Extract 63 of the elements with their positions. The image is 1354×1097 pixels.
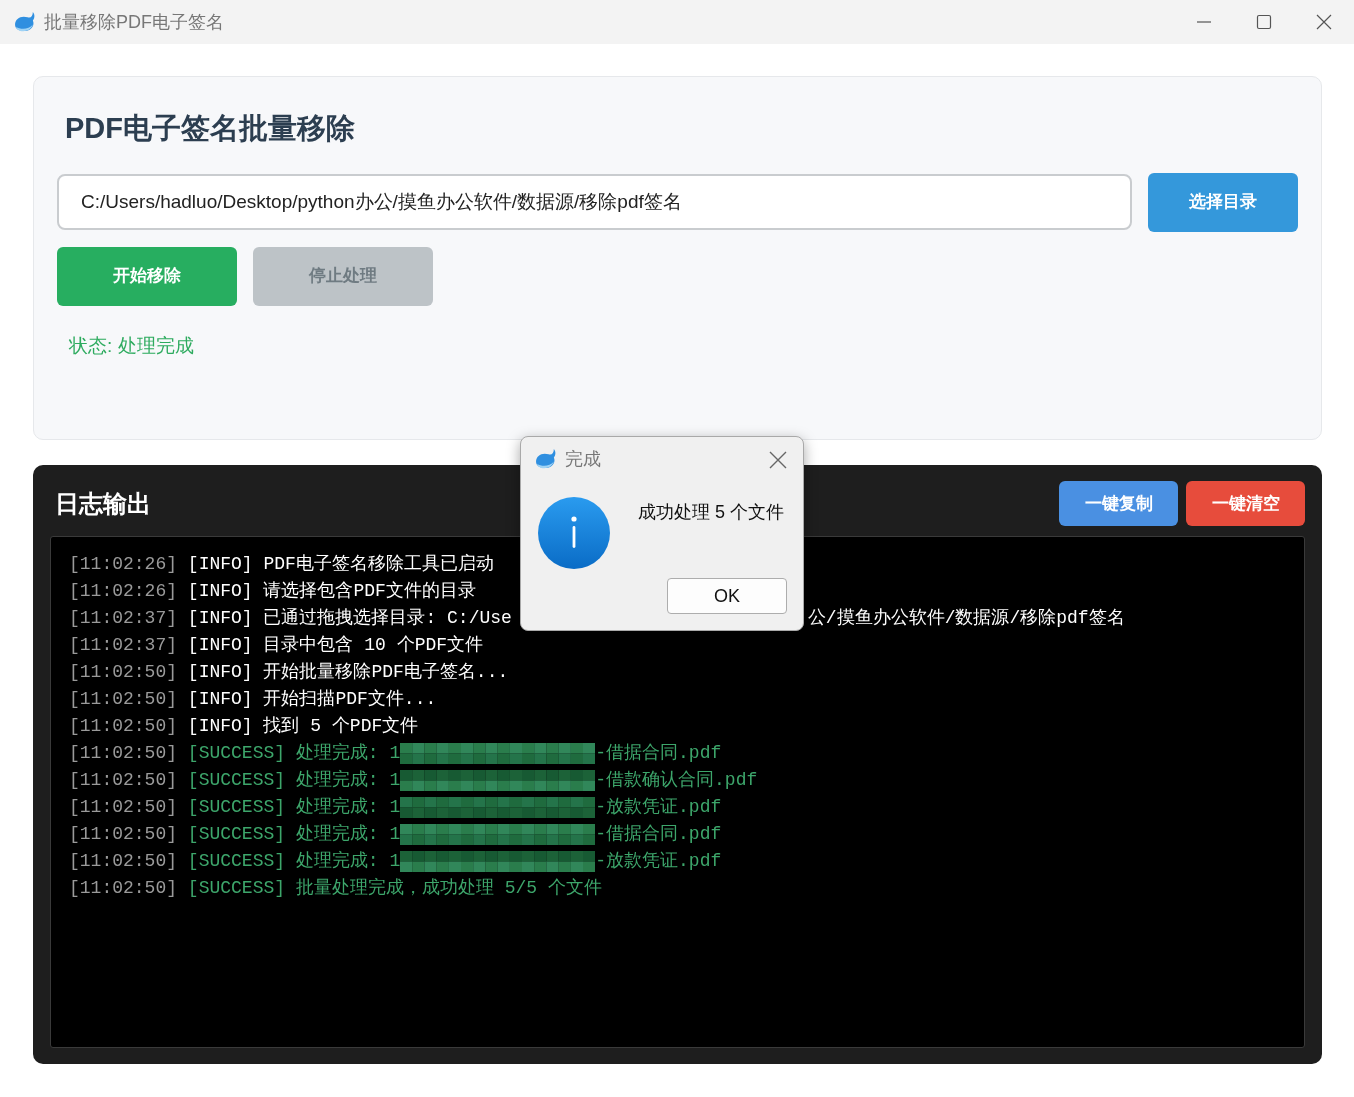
log-message: PDF电子签名移除工具已启动 [263,553,494,576]
log-timestamp: [11:02:50] [69,877,178,900]
log-timestamp: [11:02:50] [69,769,178,792]
log-message: 请选择包含PDF文件的目录 [263,580,476,603]
log-message: -借据合同.pdf [595,742,722,765]
clear-button[interactable]: 一键清空 [1186,481,1305,526]
panel-title: PDF电子签名批量移除 [65,111,356,146]
log-message: 处理完成: 1 [295,769,401,792]
log-timestamp: [11:02:50] [69,742,178,765]
info-icon [538,497,610,569]
log-level: [SUCCESS] [187,823,286,846]
log-level: [SUCCESS] [187,877,286,900]
log-timestamp: [11:02:50] [69,796,178,819]
log-message: 处理完成: 1 [295,742,401,765]
log-level: [INFO] [187,688,253,711]
start-button[interactable]: 开始移除 [57,246,237,306]
log-level: [SUCCESS] [187,769,286,792]
log-level: [INFO] [187,607,253,630]
log-message: 公/摸鱼办公软件/数据源/移除pdf签名 [807,607,1125,630]
directory-field[interactable]: C:/Users/hadluo/Desktop/python办公/摸鱼办公软件/数据源/移除pdf签名 [57,174,1132,230]
log-timestamp: [11:02:26] [69,553,178,576]
whale-icon [535,448,557,470]
log-timestamp: [11:02:26] [69,580,178,603]
maximize-icon[interactable] [1256,14,1272,30]
status-text: 状态: 处理完成 [69,333,195,358]
log-message: -放款凭证.pdf [595,796,722,819]
log-message: 处理完成: 1 [295,796,401,819]
log-level: [INFO] [187,634,253,657]
log-level: [INFO] [187,661,253,684]
log-level: [SUCCESS] [187,850,286,873]
log-level: [SUCCESS] [187,796,286,819]
log-timestamp: [11:02:50] [69,661,178,684]
dialog-message: 成功处理 5 个文件 [638,501,784,524]
window-title: 批量移除PDF电子签名 [44,10,224,34]
log-message: 已通过拖拽选择目录: C:/Use [263,607,512,630]
log-timestamp: [11:02:37] [69,607,178,630]
close-icon[interactable] [769,450,787,469]
log-message: 找到 5 个PDF文件 [263,715,419,738]
log-timestamp: [11:02:37] [69,634,178,657]
log-message: -借款确认合同.pdf [595,769,758,792]
ok-button[interactable]: OK [667,578,787,614]
copy-button[interactable]: 一键复制 [1059,481,1178,526]
log-message: 处理完成: 1 [295,850,401,873]
log-message: 批量处理完成，成功处理 5/5 个文件 [295,877,602,900]
log-message: -借据合同.pdf [595,823,722,846]
dialog-title: 完成 [565,447,601,471]
log-timestamp: [11:02:50] [69,688,178,711]
whale-icon [14,11,36,33]
log-timestamp: [11:02:50] [69,823,178,846]
choose-directory-button[interactable]: 选择目录 [1148,172,1298,232]
log-level: [INFO] [187,580,253,603]
log-title: 日志输出 [55,488,151,519]
log-message: 开始扫描PDF文件... [263,688,437,711]
log-timestamp: [11:02:50] [69,715,178,738]
log-timestamp: [11:02:50] [69,850,178,873]
log-message: 开始批量移除PDF电子签名... [263,661,509,684]
close-icon[interactable] [1316,14,1332,30]
log-level: [INFO] [187,715,253,738]
log-message: 处理完成: 1 [295,823,401,846]
log-level: [INFO] [187,553,253,576]
log-message: 目录中包含 10 个PDF文件 [263,634,484,657]
log-level: [SUCCESS] [187,742,286,765]
log-message: -放款凭证.pdf [595,850,722,873]
